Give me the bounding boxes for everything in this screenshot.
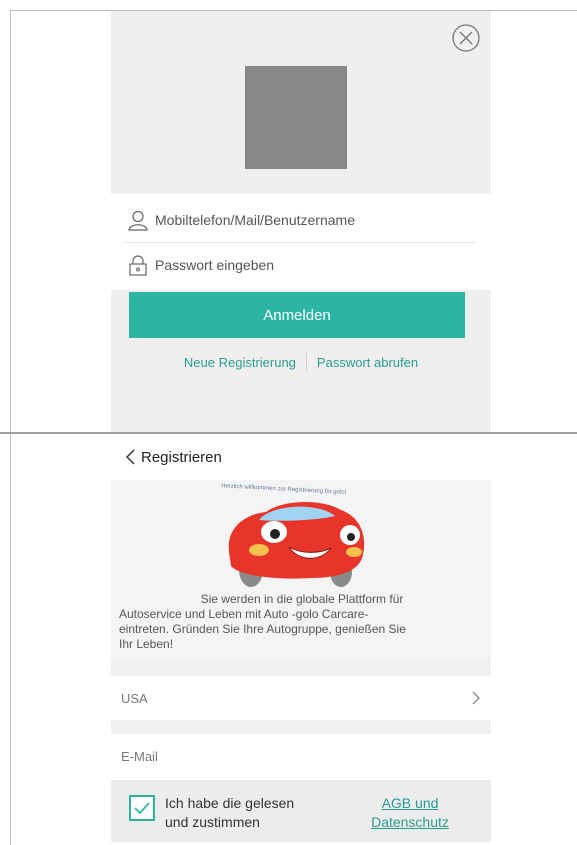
terms-privacy-link[interactable]: AGB und Datenschutz <box>365 794 455 832</box>
welcome-text-line: Autoservice und Leben mit Auto -golo Car… <box>119 607 369 621</box>
login-button[interactable]: Anmelden <box>129 292 465 338</box>
chevron-right-icon <box>472 691 480 705</box>
welcome-hero: Herzlich willkommen zur Registrierung fü… <box>111 480 491 660</box>
section-gap <box>111 720 491 734</box>
register-screen: Registrieren Herzlich willkommen zur Reg… <box>10 434 577 845</box>
welcome-text-line: Ihr Leben! <box>119 637 174 651</box>
email-input: E-Mail <box>121 748 158 764</box>
login-links: Neue Registrierung Passwort abrufen <box>111 349 491 375</box>
username-input: Mobiltelefon/Mail/Benutzername <box>155 212 355 228</box>
register-header: Registrieren <box>111 434 491 481</box>
link-separator <box>305 353 307 371</box>
app-logo-placeholder <box>245 66 347 169</box>
agree-label: Ich habe die gelesen und zustimmen <box>165 794 294 832</box>
register-card: Registrieren Herzlich willkommen zur Reg… <box>111 434 491 845</box>
back-chevron-icon[interactable] <box>123 448 137 466</box>
agree-label-line: Ich habe die gelesen <box>165 795 295 811</box>
welcome-text-line: eintreten. Gründen Sie Ihre Autogruppe, … <box>119 622 406 636</box>
login-card: Mobiltelefon/Mail/Benutzername Passwort … <box>111 11 491 432</box>
terms-link-line: Datenschutz <box>371 814 449 830</box>
new-registration-link[interactable]: Neue Registrierung <box>184 355 296 370</box>
username-field[interactable]: Mobiltelefon/Mail/Benutzername <box>125 198 477 243</box>
close-button[interactable] <box>451 23 481 53</box>
country-value: USA <box>121 690 148 706</box>
lock-icon <box>129 255 147 276</box>
user-icon <box>128 210 148 231</box>
car-mascot <box>228 501 365 587</box>
email-field[interactable]: E-Mail <box>111 734 491 778</box>
close-icon <box>452 24 480 52</box>
agree-label-line: und zustimmen <box>165 814 260 830</box>
terms-agreement: Ich habe die gelesen und zustimmen AGB u… <box>111 780 491 842</box>
terms-link-line: AGB und <box>381 795 439 811</box>
welcome-text-line: Sie werden in die globale Plattform für <box>200 592 404 606</box>
country-selector[interactable]: USA <box>111 676 491 720</box>
password-field[interactable]: Passwort eingeben <box>125 243 477 287</box>
login-form: Mobiltelefon/Mail/Benutzername Passwort … <box>111 194 491 290</box>
agree-checkbox[interactable] <box>129 795 155 821</box>
welcome-text: Sie werden in die globale Plattform für … <box>119 592 485 652</box>
forgot-password-link[interactable]: Passwort abrufen <box>317 355 418 370</box>
password-input: Passwort eingeben <box>155 257 275 273</box>
checkmark-icon <box>134 802 150 815</box>
section-gap <box>111 660 491 676</box>
page-title: Registrieren <box>141 448 222 466</box>
login-screen: Mobiltelefon/Mail/Benutzername Passwort … <box>10 10 577 432</box>
